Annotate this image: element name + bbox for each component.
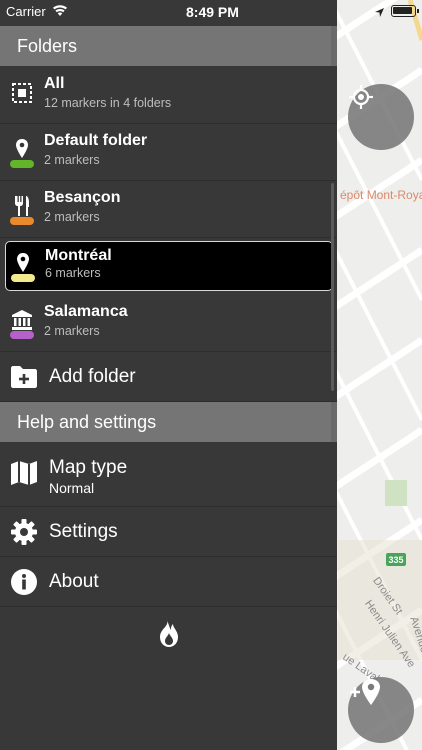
wifi-icon — [52, 5, 68, 20]
settings-button[interactable]: Settings — [0, 507, 337, 557]
section-title: Folders — [17, 35, 78, 56]
gear-icon — [10, 518, 38, 546]
status-time: 8:49 PM — [186, 4, 239, 20]
folder-color-bar — [10, 160, 34, 168]
folder-color-bar — [10, 217, 34, 225]
settings-label: Settings — [49, 521, 118, 542]
info-icon — [10, 568, 38, 596]
navigation-drawer: Folders All 12 markers in 4 folders Defa… — [0, 0, 337, 750]
folder-color-bar — [11, 274, 35, 282]
carrier-label: Carrier — [6, 4, 46, 19]
fork-knife-icon — [10, 195, 34, 219]
map-type-label: Map type — [49, 457, 128, 478]
folder-subtitle: 12 markers in 4 folders — [44, 96, 172, 110]
crosshair-icon — [349, 85, 373, 109]
map-poi-label: épôt Mont-Roya — [340, 188, 422, 202]
folder-row-default[interactable]: Default folder 2 markers — [0, 124, 337, 181]
map-pin-icon — [10, 138, 34, 162]
map-pin-icon — [11, 252, 35, 276]
map-icon — [10, 459, 38, 487]
folder-subtitle: 2 markers — [44, 153, 100, 167]
my-location-button[interactable] — [348, 84, 414, 150]
status-bar: Carrier 8:49 PM — [0, 0, 422, 24]
folder-color-bar — [10, 331, 34, 339]
battery-tip — [417, 9, 419, 13]
help-section-header: Help and settings — [0, 402, 337, 442]
add-marker-icon — [350, 679, 380, 705]
folder-subtitle: 2 markers — [44, 324, 100, 338]
folder-title: Besançon — [44, 189, 121, 206]
about-button[interactable]: About — [0, 557, 337, 607]
folder-row-all[interactable]: All 12 markers in 4 folders — [0, 67, 337, 124]
add-marker-button[interactable] — [348, 677, 414, 743]
location-arrow-icon — [374, 6, 385, 21]
folder-row-besancon[interactable]: Besançon 2 markers — [0, 181, 337, 238]
route-badge: 335 — [386, 553, 406, 566]
folder-subtitle: 6 markers — [45, 266, 101, 280]
section-title: Help and settings — [17, 411, 157, 432]
folder-title: Salamanca — [44, 303, 128, 320]
folder-title: All — [44, 75, 65, 92]
folder-row-salamanca[interactable]: Salamanca 2 markers — [0, 295, 337, 352]
map-type-value: Normal — [49, 480, 95, 496]
folder-subtitle: 2 markers — [44, 210, 100, 224]
folder-row-montreal[interactable]: Montréal 6 markers — [5, 241, 333, 291]
about-label: About — [49, 571, 99, 592]
scroll-indicator[interactable] — [331, 183, 334, 391]
battery-icon — [391, 5, 416, 17]
folders-section-header: Folders — [0, 26, 337, 66]
add-folder-icon — [10, 363, 38, 391]
app-logo-icon — [157, 620, 181, 653]
folder-title: Montréal — [45, 247, 112, 264]
add-folder-label: Add folder — [49, 366, 136, 387]
museum-icon — [10, 309, 34, 333]
select-all-icon — [10, 82, 34, 106]
add-folder-button[interactable]: Add folder — [0, 352, 337, 402]
folder-title: Default folder — [44, 132, 148, 149]
map-type-button[interactable]: Map type Normal — [0, 443, 337, 507]
